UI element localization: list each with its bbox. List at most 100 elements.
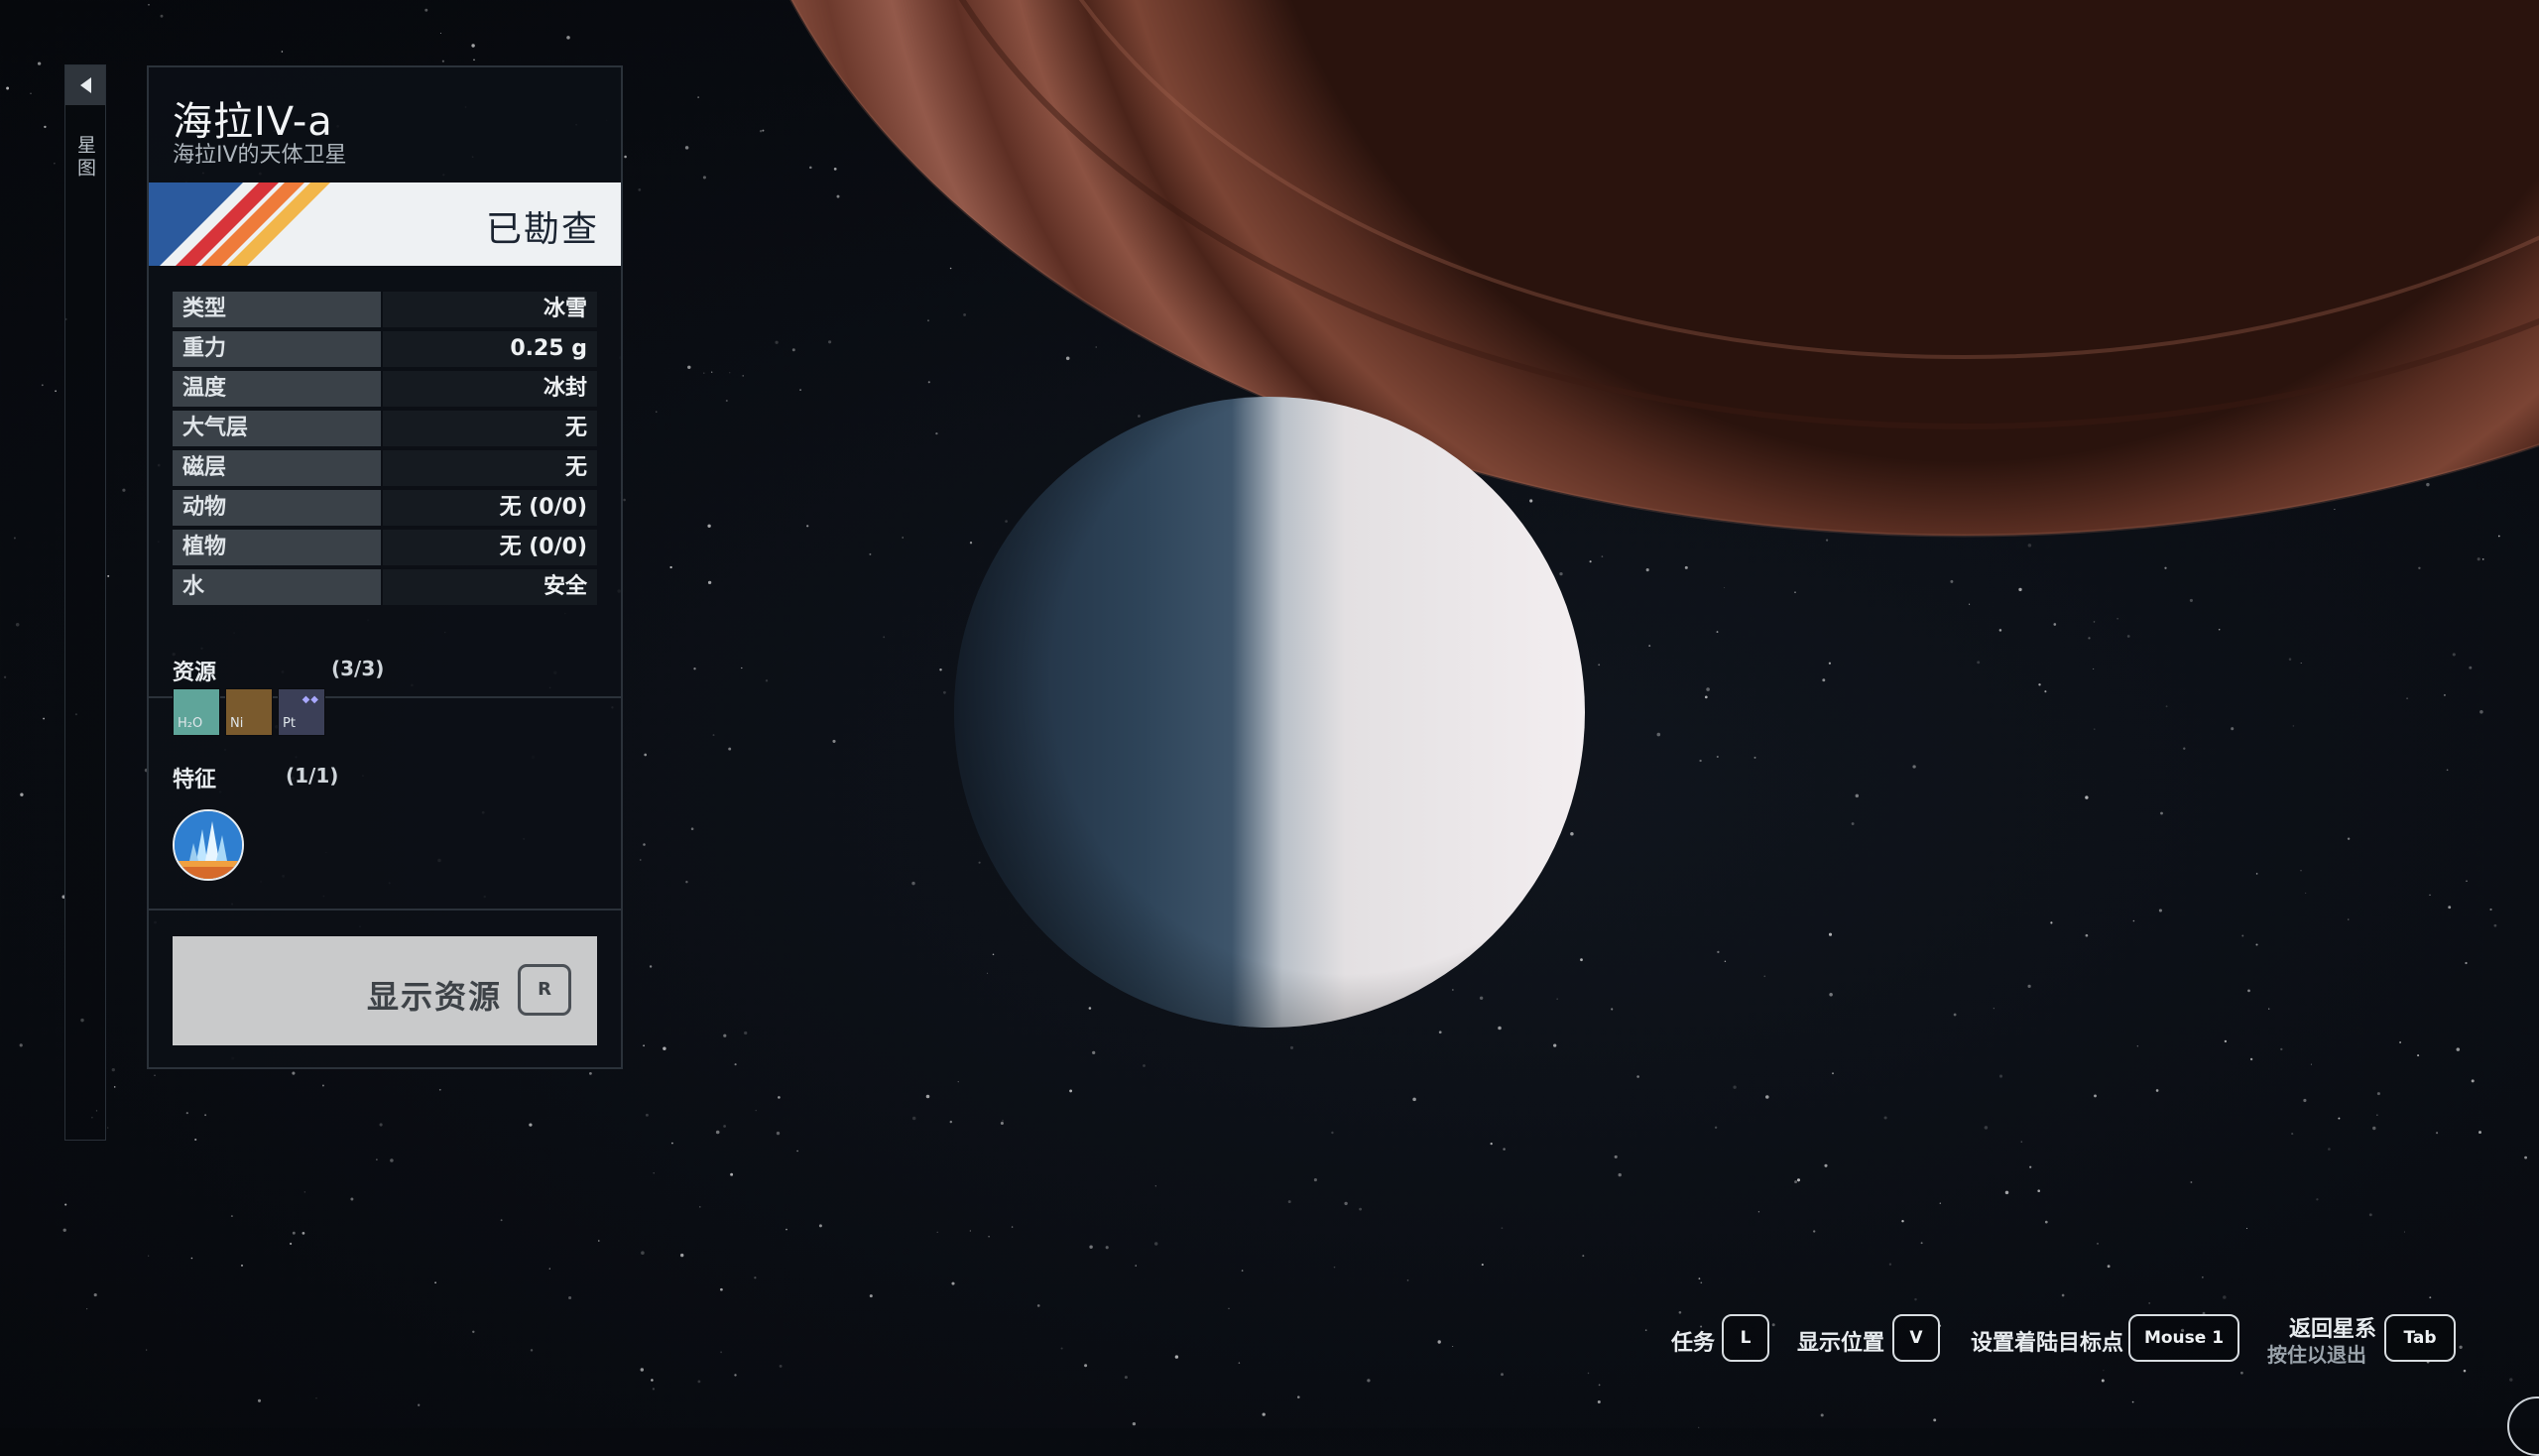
star bbox=[640, 859, 642, 861]
key-tab[interactable]: Tab bbox=[2384, 1314, 2456, 1362]
star bbox=[2292, 725, 2295, 727]
star bbox=[2368, 1213, 2372, 1217]
star bbox=[957, 1081, 959, 1083]
star bbox=[2103, 1370, 2105, 1372]
show-resources-label: 显示资源 bbox=[366, 978, 502, 1016]
star bbox=[230, 1215, 233, 1218]
star bbox=[988, 1235, 990, 1238]
ice-crystal-icon[interactable] bbox=[173, 809, 244, 881]
star bbox=[911, 881, 915, 886]
star bbox=[154, 1074, 156, 1077]
star bbox=[93, 1293, 97, 1297]
star bbox=[2018, 587, 2022, 592]
star bbox=[1796, 1178, 1801, 1182]
star bbox=[2148, 1301, 2151, 1304]
star bbox=[833, 168, 837, 171]
star bbox=[641, 1251, 645, 1255]
star bbox=[687, 365, 691, 370]
star bbox=[869, 552, 872, 555]
star bbox=[1794, 591, 1796, 593]
resource-symbol: Ni bbox=[230, 716, 244, 731]
star bbox=[1333, 1266, 1336, 1269]
star bbox=[2429, 1296, 2432, 1299]
key-l[interactable]: L bbox=[1722, 1314, 1769, 1362]
key-mouse1[interactable]: Mouse 1 bbox=[2128, 1314, 2239, 1362]
star bbox=[2027, 984, 2031, 989]
star bbox=[902, 537, 905, 539]
star bbox=[471, 44, 475, 48]
star bbox=[754, 1276, 757, 1279]
star bbox=[652, 1388, 656, 1391]
star bbox=[2303, 1098, 2307, 1103]
star bbox=[697, 96, 699, 98]
star bbox=[1939, 1202, 1942, 1204]
star bbox=[1297, 1395, 1300, 1398]
star bbox=[640, 1368, 645, 1372]
star bbox=[2459, 1345, 2463, 1349]
star bbox=[1241, 1270, 1244, 1272]
star bbox=[2403, 1231, 2406, 1233]
resource-pt[interactable]: Pt ◆◆ bbox=[278, 688, 325, 736]
star bbox=[1998, 629, 2002, 632]
constellation-stripes-icon bbox=[149, 182, 330, 266]
star bbox=[2224, 1039, 2228, 1043]
star bbox=[1645, 568, 1649, 572]
star bbox=[623, 498, 626, 502]
resources-heading: 资源 bbox=[173, 661, 217, 685]
key-r: R bbox=[518, 964, 571, 1016]
star bbox=[315, 1397, 317, 1399]
star bbox=[832, 739, 836, 743]
star bbox=[699, 1206, 701, 1208]
resource-ni[interactable]: Ni bbox=[225, 688, 273, 736]
star bbox=[500, 1219, 503, 1222]
star bbox=[685, 881, 688, 884]
star bbox=[1912, 765, 1916, 769]
star bbox=[2044, 690, 2047, 693]
property-value: 无 (0/0) bbox=[383, 530, 597, 565]
star bbox=[122, 488, 126, 492]
star bbox=[303, 1191, 305, 1193]
star bbox=[2418, 566, 2421, 570]
body-info-panel: 海拉IV-a 海拉IV的天体卫星 已勘查 类型 冰雪 重力 0.25 g 温度 冰封 大气层… bbox=[147, 65, 623, 1069]
star bbox=[1636, 1075, 1639, 1078]
star-map-label[interactable]: 星图 bbox=[74, 135, 96, 181]
property-label: 水 bbox=[173, 569, 381, 605]
moon-planet[interactable] bbox=[954, 397, 1585, 1028]
property-row: 动物无 (0/0) bbox=[173, 490, 597, 526]
star bbox=[598, 1240, 600, 1242]
star bbox=[2085, 795, 2089, 799]
side-rail: 星图 bbox=[64, 64, 106, 1141]
star bbox=[530, 1349, 534, 1352]
star bbox=[1828, 662, 1832, 665]
star bbox=[548, 1268, 550, 1270]
star bbox=[185, 1112, 188, 1115]
star bbox=[439, 32, 442, 35]
star bbox=[2479, 710, 2483, 714]
star bbox=[1698, 1277, 1701, 1280]
star bbox=[1794, 1180, 1798, 1184]
resource-symbol: H₂O bbox=[178, 716, 203, 731]
show-resources-button[interactable]: 显示资源 R bbox=[173, 936, 597, 1045]
star bbox=[2038, 683, 2041, 686]
star bbox=[2446, 769, 2449, 772]
collapse-arrow-icon[interactable] bbox=[65, 65, 105, 105]
star bbox=[744, 1031, 748, 1035]
star bbox=[2245, 1227, 2248, 1230]
star bbox=[1984, 1126, 1989, 1130]
star bbox=[1598, 664, 1601, 667]
rarity-dots-icon: ◆◆ bbox=[302, 694, 319, 705]
star bbox=[1092, 1050, 1096, 1055]
star bbox=[1060, 1347, 1063, 1350]
star bbox=[2223, 1295, 2227, 1299]
key-v[interactable]: V bbox=[1892, 1314, 1940, 1362]
property-table: 类型 冰雪 重力 0.25 g 温度 冰封 大气层无磁层无动物无 (0/0) 植物无 (0/0… bbox=[173, 292, 597, 609]
star bbox=[1953, 1013, 1957, 1017]
star bbox=[1105, 1246, 1109, 1250]
property-label: 温度 bbox=[173, 371, 381, 407]
star bbox=[2426, 482, 2430, 487]
star bbox=[1553, 1043, 1557, 1047]
star bbox=[441, 60, 444, 62]
star bbox=[2399, 1041, 2402, 1043]
star bbox=[869, 1294, 873, 1298]
resource-h2o[interactable]: H₂O bbox=[173, 688, 220, 736]
